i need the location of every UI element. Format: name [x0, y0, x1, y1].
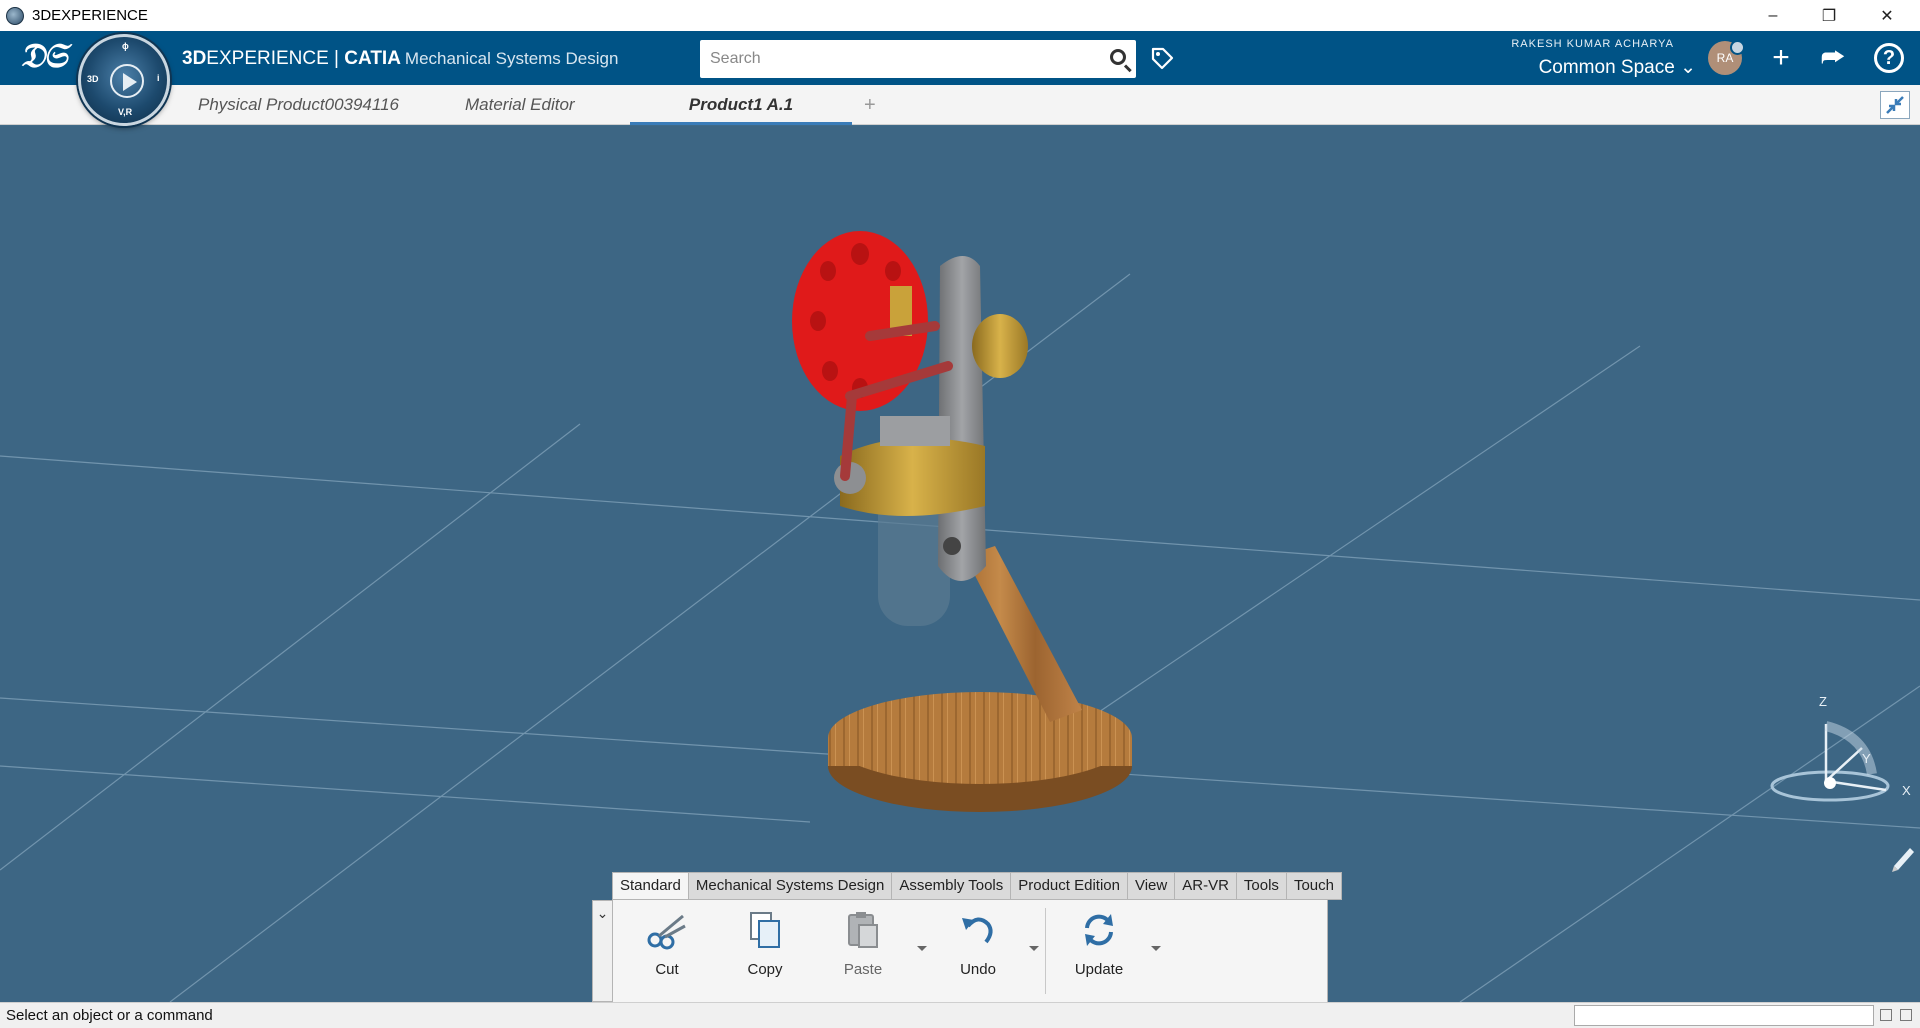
tab-material-editor[interactable]: Material Editor	[465, 85, 575, 125]
gold-cylinder	[972, 314, 1028, 378]
search-icon[interactable]	[1110, 49, 1126, 65]
add-tab-button[interactable]: +	[864, 85, 876, 125]
compass-widget[interactable]: ϕ 3D i V,R	[78, 34, 170, 126]
window-titlebar: 3DEXPERIENCE – ❐ ✕	[0, 0, 1920, 31]
play-icon[interactable]	[110, 64, 144, 98]
user-name: RAKESH KUMAR ACHARYA	[1511, 38, 1674, 50]
tab-tools[interactable]: Tools	[1236, 872, 1287, 900]
share-icon[interactable]: ⮫	[1816, 41, 1850, 75]
tab-standard[interactable]: Standard	[612, 872, 689, 900]
status-bar: Select an object or a command	[0, 1002, 1920, 1028]
axis-z-label: Z	[1819, 694, 1827, 709]
search-box	[700, 40, 1136, 78]
axis-x-label: X	[1902, 783, 1911, 798]
undo-label: Undo	[960, 961, 996, 978]
paste-icon	[848, 912, 878, 948]
action-bar-panel: Cut Copy Paste Undo Update	[612, 899, 1328, 1002]
paste-dropdown-icon[interactable]	[917, 946, 927, 951]
compass-top-label: ϕ	[122, 41, 129, 51]
app-icon	[6, 6, 24, 25]
paste-button[interactable]: Paste	[823, 910, 903, 978]
compass-left-label: 3D	[87, 74, 99, 84]
tag-icon[interactable]	[1150, 46, 1174, 70]
collapse-arrows-icon	[1886, 96, 1904, 114]
copy-icon	[750, 912, 780, 948]
status-message: Select an object or a command	[6, 1007, 213, 1024]
close-button[interactable]: ✕	[1860, 0, 1914, 31]
tab-touch[interactable]: Touch	[1286, 872, 1342, 900]
copy-button[interactable]: Copy	[725, 910, 805, 978]
brand-title: 3DEXPERIENCE | CATIA Mechanical Systems D…	[182, 48, 618, 70]
compass-bottom-label: V,R	[118, 107, 133, 117]
action-bar: Standard Mechanical Systems Design Assem…	[592, 872, 1342, 1002]
plus-icon[interactable]: +	[1764, 41, 1798, 75]
power-input-field[interactable]	[1574, 1005, 1874, 1026]
app-name: Mechanical Systems Design	[404, 49, 619, 68]
brand-prefix: 3D	[182, 48, 207, 69]
cut-button[interactable]: Cut	[627, 910, 707, 978]
update-label: Update	[1074, 961, 1124, 978]
compass-right-label: i	[157, 73, 160, 83]
document-tabs: Physical Product00394116 Material Editor…	[0, 85, 1920, 125]
collaborative-space-selector[interactable]: Common Space ⌄	[1539, 56, 1696, 79]
piston-block	[880, 416, 950, 446]
undo-button[interactable]: Undo	[938, 910, 1018, 978]
tab-assembly-tools[interactable]: Assembly Tools	[892, 872, 1012, 900]
3d-viewport[interactable]: Z Y X	[0, 126, 1920, 1002]
tab-ar-vr[interactable]: AR-VR	[1175, 872, 1237, 900]
column-hole	[943, 537, 961, 555]
tab-mechanical-systems-design[interactable]: Mechanical Systems Design	[688, 872, 893, 900]
undo-dropdown-icon[interactable]	[1029, 946, 1039, 951]
ds-logo-icon: 𝔇𝔖	[20, 36, 67, 76]
tab-physical-product[interactable]: Physical Product00394116	[198, 85, 399, 125]
resize-icon[interactable]	[1880, 1009, 1892, 1021]
minimize-button[interactable]: –	[1746, 0, 1800, 31]
chevron-down-icon[interactable]: ⌄	[592, 900, 612, 1002]
toolbar-separator	[1045, 908, 1046, 994]
paste-label: Paste	[843, 961, 883, 978]
update-button[interactable]: Update	[1059, 910, 1139, 978]
help-icon[interactable]: ?	[1874, 43, 1904, 73]
search-input[interactable]	[700, 40, 1080, 78]
action-bar-tabs: Standard Mechanical Systems Design Assem…	[612, 872, 1342, 900]
tab-product-edition[interactable]: Product Edition	[1011, 872, 1128, 900]
collapse-button[interactable]	[1880, 91, 1910, 119]
restore-button[interactable]: ❐	[1802, 0, 1856, 31]
update-icon	[1085, 914, 1113, 946]
avatar[interactable]: RA	[1708, 40, 1745, 75]
wooden-base-top	[828, 692, 1132, 784]
status-options-icon[interactable]	[1900, 1009, 1912, 1021]
axis-y-label: Y	[1862, 751, 1871, 766]
window-title: 3DEXPERIENCE	[32, 7, 148, 24]
cut-label: Cut	[655, 961, 679, 978]
undo-icon	[962, 917, 993, 944]
update-dropdown-icon[interactable]	[1151, 946, 1161, 951]
quick-edit-pencil-icon[interactable]	[1892, 848, 1914, 872]
tab-product1[interactable]: Product1 A.1	[630, 85, 852, 125]
3d-scene[interactable]: Z Y X	[0, 126, 1920, 1002]
tab-view[interactable]: View	[1127, 872, 1176, 900]
scissors-icon	[647, 914, 686, 950]
brand-main: EXPERIENCE |	[206, 48, 345, 69]
copy-label: Copy	[747, 961, 783, 978]
brand-catia: CATIA	[344, 48, 401, 69]
